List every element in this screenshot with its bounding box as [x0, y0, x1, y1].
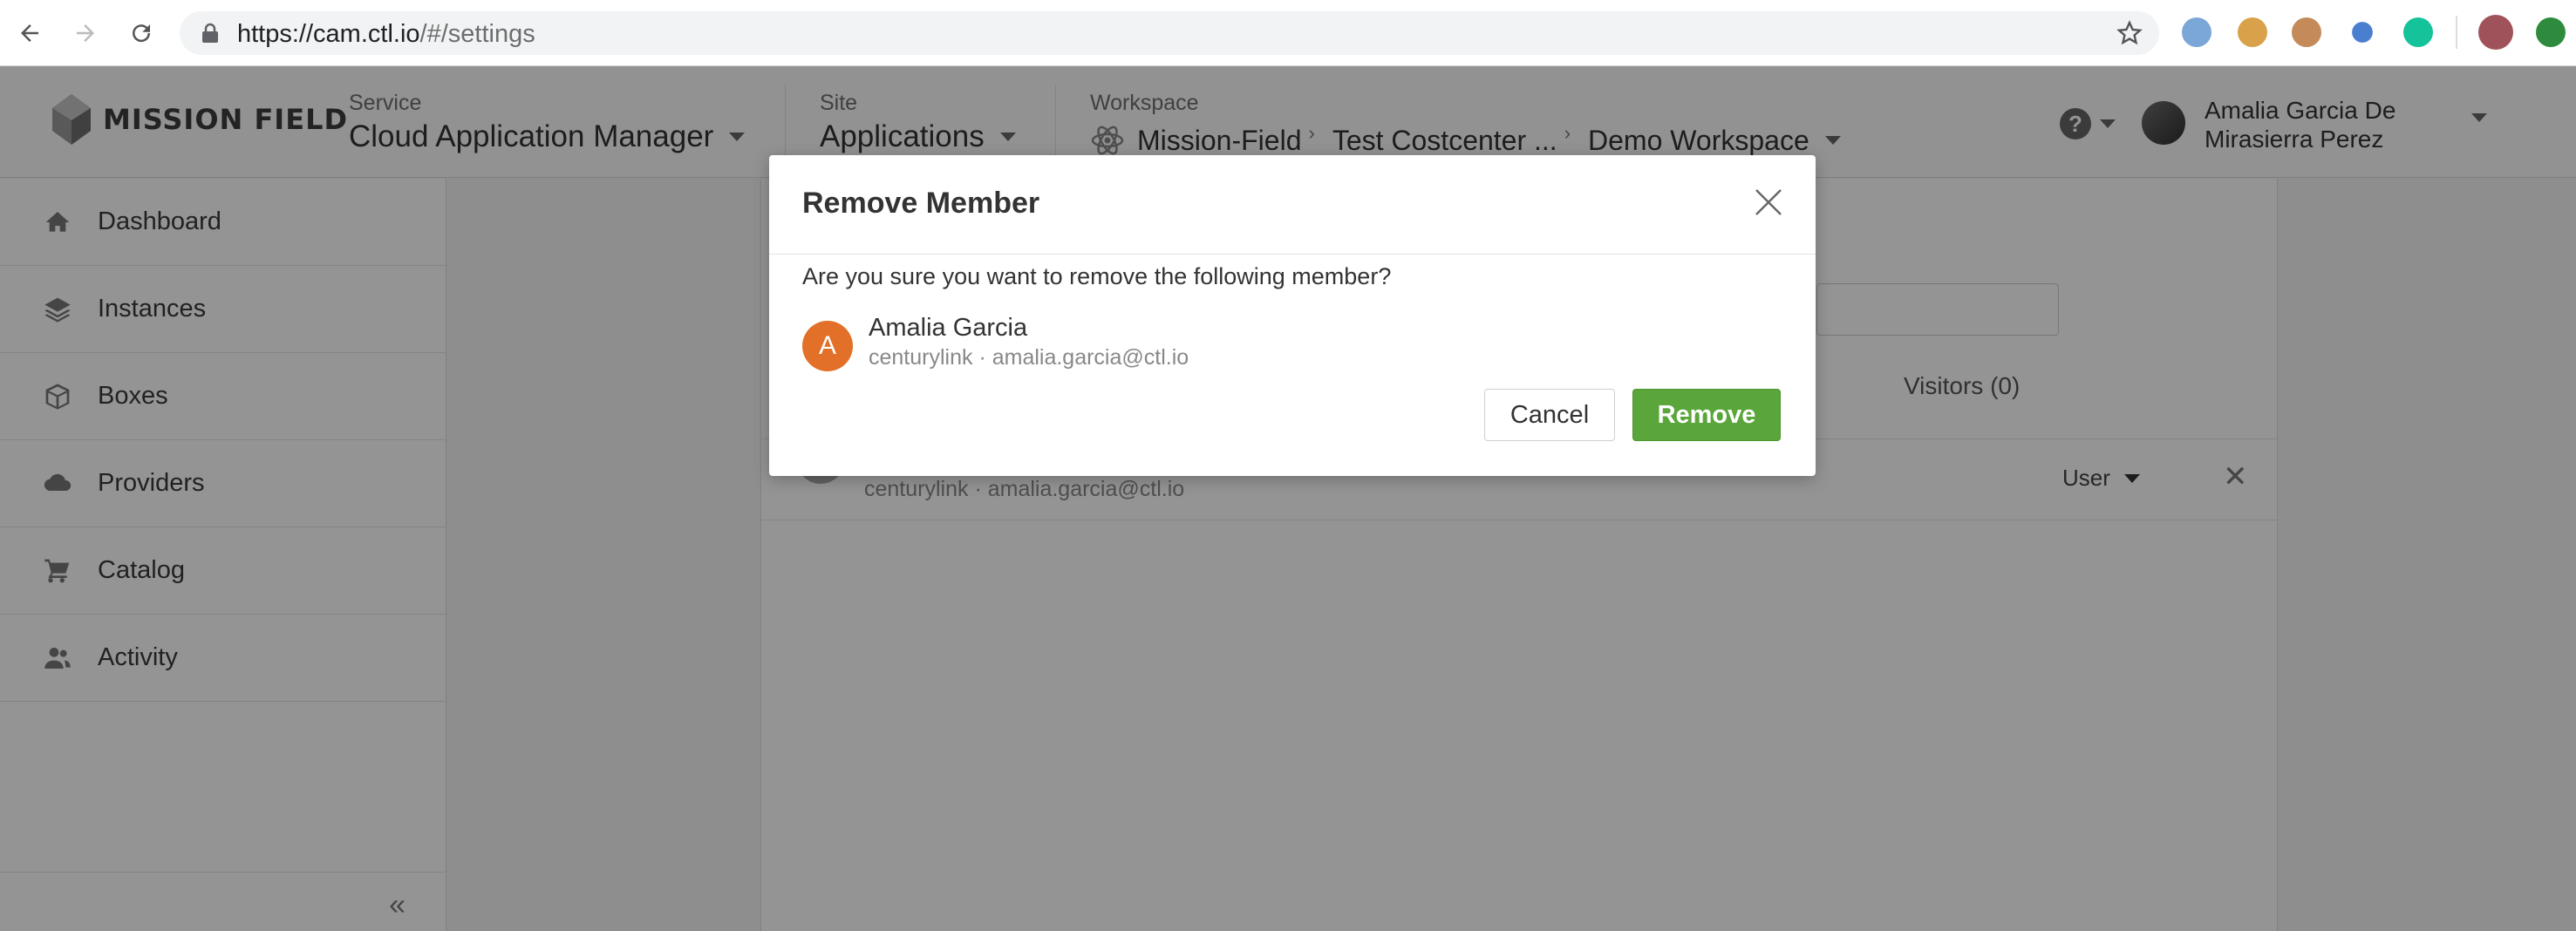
- cookie-extension-icon[interactable]: [2238, 17, 2267, 47]
- forward-arrow-icon: [77, 24, 94, 42]
- update-icon[interactable]: [2536, 17, 2566, 47]
- browser-chrome: https://cam.ctl.io/#/settings: [0, 0, 2576, 66]
- remove-member-dialog: Remove Member Are you sure you want to r…: [769, 155, 1816, 476]
- url-text: https://cam.ctl.io/#/settings: [237, 20, 535, 48]
- toolbar-divider: [2456, 16, 2457, 49]
- modal-title: Remove Member: [802, 187, 1040, 220]
- extension-icon[interactable]: [2352, 22, 2373, 43]
- modal-header: Remove Member: [769, 155, 1816, 255]
- grammarly-icon[interactable]: [2403, 17, 2433, 47]
- profile-avatar[interactable]: [2478, 15, 2513, 50]
- reload-button[interactable]: [122, 14, 160, 52]
- back-button[interactable]: [10, 14, 49, 52]
- address-bar[interactable]: https://cam.ctl.io/#/settings: [180, 11, 2159, 55]
- reload-icon: [133, 24, 151, 43]
- close-icon[interactable]: [1751, 185, 1786, 220]
- extension-icon[interactable]: [2182, 17, 2211, 47]
- forward-button[interactable]: [66, 14, 105, 52]
- member-name: Amalia Garcia: [869, 314, 1028, 342]
- modal-question: Are you sure you want to remove the foll…: [802, 263, 1392, 289]
- member-avatar: A: [802, 321, 853, 371]
- cancel-button[interactable]: Cancel: [1484, 389, 1615, 441]
- member-subtitle: centurylink · amalia.garcia@ctl.io: [869, 345, 1189, 370]
- remove-button[interactable]: Remove: [1632, 389, 1781, 441]
- back-arrow-icon: [21, 24, 38, 42]
- extension-icon[interactable]: [2292, 17, 2321, 47]
- lock-icon: [202, 23, 218, 43]
- bookmark-star-icon[interactable]: [2116, 19, 2143, 47]
